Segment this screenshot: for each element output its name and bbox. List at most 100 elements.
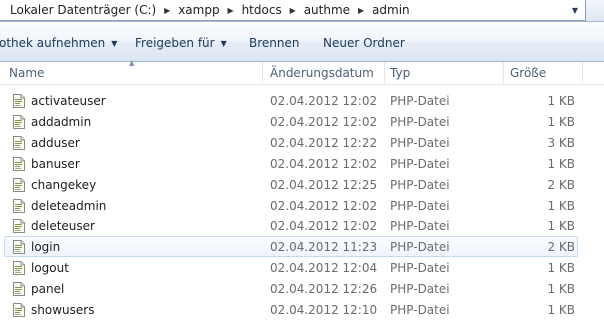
php-file-icon <box>13 177 25 192</box>
chevron-right-icon[interactable]: ▶ <box>160 6 174 15</box>
file-size: 1 KB <box>547 219 575 234</box>
file-size: 1 KB <box>547 261 575 276</box>
file-type: PHP-Datei <box>390 240 450 255</box>
file-date: 02.04.2012 12:04 <box>270 261 378 276</box>
file-size: 1 KB <box>547 198 575 213</box>
new-folder-label: Neuer Ordner <box>323 36 405 50</box>
file-size: 2 KB <box>547 177 575 192</box>
file-type: PHP-Datei <box>390 156 450 171</box>
file-row[interactable]: activateuser 02.04.2012 12:02 PHP-Datei 1 K… <box>4 90 578 111</box>
breadcrumb-label: admin <box>372 3 410 17</box>
file-row[interactable]: deleteadmin 02.04.2012 12:02 PHP-Datei 1 KB <box>4 195 578 216</box>
file-type: PHP-Datei <box>390 198 450 213</box>
column-header-row: ▲ Name Änderungsdatum Typ Größe <box>0 59 604 85</box>
column-header-date[interactable]: Änderungsdatum <box>270 62 380 83</box>
burn-label: Brennen <box>249 36 300 50</box>
file-name: changekey <box>31 177 97 192</box>
breadcrumb-item-drive[interactable]: Lokaler Datenträger (C:) ▶ <box>6 0 174 20</box>
php-file-icon <box>13 94 25 108</box>
caret-down-icon: ▼ <box>111 38 118 48</box>
file-date: 02.04.2012 12:22 <box>270 135 378 150</box>
file-date: 02.04.2012 12:02 <box>270 198 378 213</box>
column-divider[interactable] <box>262 62 263 83</box>
file-size: 1 KB <box>547 94 575 108</box>
column-header-type[interactable]: Typ <box>390 62 500 83</box>
breadcrumb-item-xampp[interactable]: xampp ▶ <box>174 0 237 20</box>
address-bar-edge <box>586 0 604 21</box>
file-type: PHP-Datei <box>390 94 450 108</box>
file-name: deleteadmin <box>31 198 107 213</box>
file-row[interactable]: banuser 02.04.2012 12:02 PHP-Datei 1 KB <box>4 153 578 174</box>
column-divider[interactable] <box>582 62 583 83</box>
chevron-right-icon[interactable]: ▶ <box>286 6 300 15</box>
php-file-icon <box>13 114 25 129</box>
file-size: 2 KB <box>547 240 575 255</box>
breadcrumb-label: authme <box>303 3 351 17</box>
column-header-name-label: Name <box>9 66 45 80</box>
file-type: PHP-Datei <box>390 219 450 234</box>
file-name: logout <box>31 261 69 276</box>
file-row[interactable]: changekey 02.04.2012 12:25 PHP-Datei 2 KB <box>4 174 578 195</box>
php-file-icon <box>13 261 25 276</box>
php-file-icon <box>13 282 25 297</box>
address-bar: Lokaler Datenträger (C:) ▶ xampp ▶ htdoc… <box>0 0 604 22</box>
column-header-date-label: Änderungsdatum <box>270 66 374 80</box>
file-name: addadmin <box>31 114 92 129</box>
file-name: deleteuser <box>31 219 95 234</box>
caret-down-icon: ▼ <box>220 38 227 48</box>
include-in-library-button[interactable]: othek aufnehmen ▼ <box>0 35 117 51</box>
file-type: PHP-Datei <box>390 135 450 150</box>
file-size: 1 KB <box>547 156 575 171</box>
file-size: 1 KB <box>547 114 575 129</box>
breadcrumb[interactable]: Lokaler Datenträger (C:) ▶ xampp ▶ htdoc… <box>0 0 586 21</box>
column-header-type-label: Typ <box>390 66 411 80</box>
file-row[interactable]: deleteuser 02.04.2012 12:02 PHP-Datei 1 KB <box>4 215 578 236</box>
file-size: 1 KB <box>547 282 575 297</box>
breadcrumb-label: htdocs <box>241 3 282 17</box>
column-header-size[interactable]: Größe <box>510 62 580 83</box>
file-size: 1 KB <box>547 303 575 317</box>
column-header-size-label: Größe <box>510 66 547 80</box>
file-name: showusers <box>31 303 95 317</box>
file-name: panel <box>31 282 65 297</box>
share-with-button[interactable]: Freigeben für ▼ <box>135 35 227 51</box>
file-type: PHP-Datei <box>390 282 450 297</box>
file-row[interactable]: showusers 02.04.2012 12:10 PHP-Datei 1 KB <box>4 299 578 320</box>
include-in-library-label: othek aufnehmen <box>0 36 106 50</box>
file-date: 02.04.2012 12:02 <box>270 114 378 129</box>
column-divider[interactable] <box>503 62 504 83</box>
file-date: 02.04.2012 12:25 <box>270 177 378 192</box>
breadcrumb-item-htdocs[interactable]: htdocs ▶ <box>238 0 300 20</box>
file-row[interactable]: login 02.04.2012 11:23 PHP-Datei 2 KB <box>4 236 578 258</box>
breadcrumb-item-authme[interactable]: authme ▶ <box>300 0 368 20</box>
file-name: adduser <box>31 135 80 150</box>
command-toolbar: othek aufnehmen ▼ Freigeben für ▼ Brenne… <box>0 22 604 62</box>
file-date: 02.04.2012 12:26 <box>270 282 378 297</box>
file-row[interactable]: panel 02.04.2012 12:26 PHP-Datei 1 KB <box>4 278 578 299</box>
file-type: PHP-Datei <box>390 261 450 276</box>
file-row[interactable]: adduser 02.04.2012 12:22 PHP-Datei 3 KB <box>4 132 578 153</box>
file-size: 3 KB <box>547 135 575 150</box>
file-date: 02.04.2012 12:10 <box>270 303 378 317</box>
file-type: PHP-Datei <box>390 303 450 317</box>
column-divider[interactable] <box>384 62 385 83</box>
chevron-down-icon[interactable]: ▼ <box>568 3 582 17</box>
new-folder-button[interactable]: Neuer Ordner <box>323 35 405 51</box>
chevron-right-icon[interactable]: ▶ <box>224 6 238 15</box>
php-file-icon <box>13 219 25 234</box>
column-header-name[interactable]: Name <box>9 62 259 83</box>
chevron-right-icon[interactable]: ▶ <box>354 6 368 15</box>
file-name: activateuser <box>31 94 106 108</box>
file-row[interactable]: addadmin 02.04.2012 12:02 PHP-Datei 1 KB <box>4 111 578 132</box>
file-date: 02.04.2012 12:02 <box>270 156 378 171</box>
php-file-icon <box>13 240 25 255</box>
file-row[interactable]: logout 02.04.2012 12:04 PHP-Datei 1 KB <box>4 257 578 278</box>
file-date: 02.04.2012 11:23 <box>270 240 378 255</box>
file-name: banuser <box>31 156 80 171</box>
burn-button[interactable]: Brennen <box>249 35 299 51</box>
file-date: 02.04.2012 12:02 <box>270 219 378 234</box>
breadcrumb-item-admin[interactable]: admin <box>368 0 414 20</box>
file-type: PHP-Datei <box>390 177 450 192</box>
php-file-icon <box>13 303 25 317</box>
share-with-label: Freigeben für <box>135 36 215 50</box>
